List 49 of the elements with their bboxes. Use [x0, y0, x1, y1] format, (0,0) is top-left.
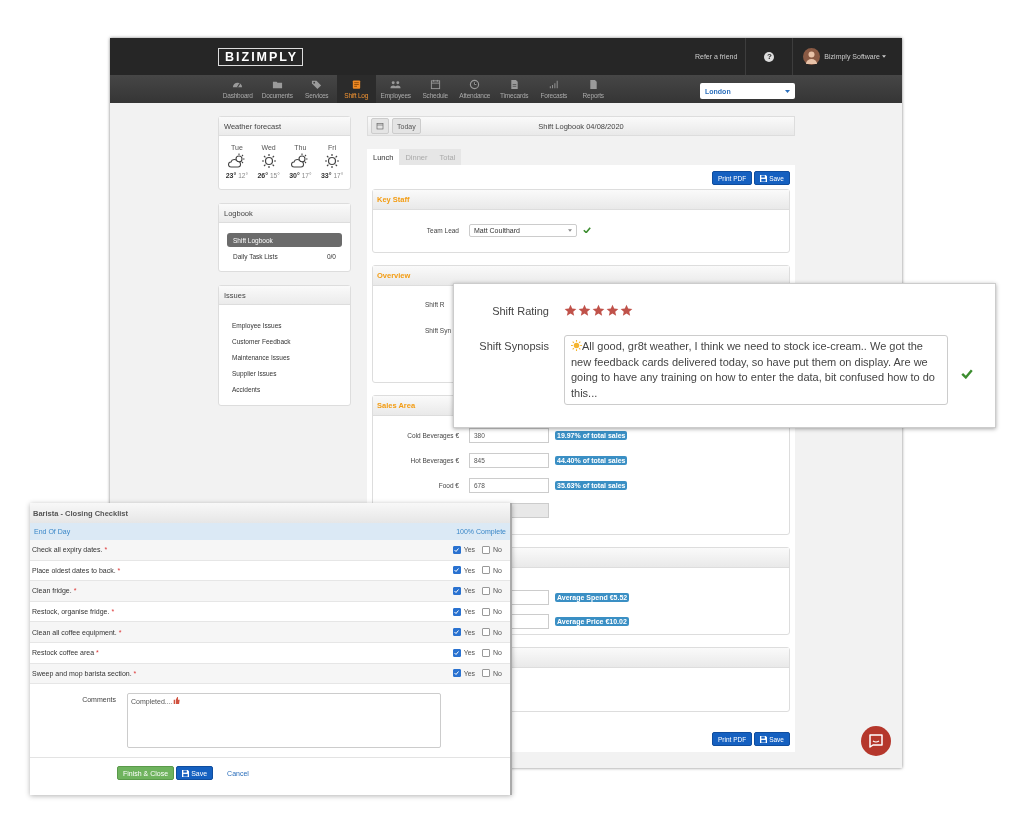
checkbox[interactable] [482, 648, 491, 657]
checkbox[interactable] [482, 607, 491, 616]
star-icon[interactable] [578, 304, 591, 317]
checkbox[interactable] [452, 648, 461, 657]
checkbox[interactable] [452, 587, 461, 595]
checkbox[interactable] [482, 545, 491, 554]
thumbs-up-icon [172, 697, 180, 705]
clock-icon [469, 79, 481, 90]
sun-icon [571, 340, 582, 351]
cloud-sun-icon [291, 153, 310, 169]
calendar-icon [376, 122, 384, 130]
checkbox[interactable] [452, 607, 461, 616]
field-label: Shift Synopsis [478, 340, 549, 352]
calendar-icon [429, 79, 441, 90]
floppy-icon [760, 735, 768, 743]
folder-icon [271, 79, 283, 90]
tag-icon [311, 79, 323, 90]
checkbox[interactable] [482, 566, 491, 575]
chat-button[interactable] [861, 726, 891, 756]
star-icon[interactable] [620, 304, 633, 317]
logo: BIZIMPLY [218, 47, 304, 66]
document-icon [508, 79, 520, 90]
caret-icon [882, 55, 886, 58]
cloud-sun-icon [227, 153, 246, 169]
floppy-icon [182, 769, 190, 777]
synopsis-field[interactable]: All good, gr8t weather, I think we need to stock ice-cream.. We got the new feedback cards delivered today, so have put them on display. Are we going to have any training on how to enter the data, bit confused how to do this... [564, 335, 948, 405]
people-icon [390, 79, 402, 90]
caret-icon [568, 228, 572, 232]
caret-icon [785, 89, 790, 93]
bar-chart-icon [548, 79, 560, 90]
star-icon[interactable] [592, 304, 605, 317]
checkbox[interactable] [452, 669, 461, 678]
floppy-icon [760, 174, 768, 182]
checkbox[interactable] [452, 545, 461, 554]
document-icon [587, 79, 599, 90]
calendar-button[interactable] [371, 118, 389, 134]
sun-icon [259, 153, 278, 169]
help-icon[interactable]: ? [764, 51, 775, 62]
notebook-icon [350, 79, 362, 90]
star-icon[interactable] [606, 304, 619, 317]
checkbox[interactable] [452, 566, 461, 575]
star-icon[interactable] [564, 304, 577, 317]
checkbox[interactable] [482, 628, 491, 637]
avatar[interactable] [803, 48, 821, 65]
field-label: Shift Rating [491, 304, 549, 317]
checkbox[interactable] [482, 669, 491, 678]
checkbox[interactable] [482, 587, 491, 595]
checkbox[interactable] [452, 628, 461, 637]
sun-icon [323, 153, 342, 169]
